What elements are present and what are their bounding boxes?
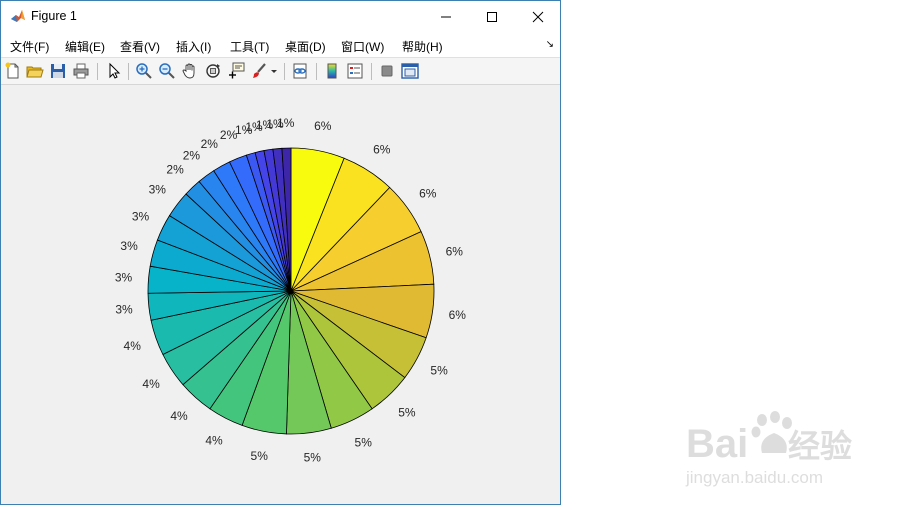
pan-icon[interactable] [181, 62, 199, 80]
menu-insert[interactable]: 插入(I) [176, 38, 211, 55]
pie-slice-label: 4% [142, 377, 160, 391]
print-icon[interactable] [72, 62, 90, 80]
menu-file[interactable]: 文件(F) [10, 38, 49, 55]
new-figure-icon[interactable] [4, 62, 22, 80]
hide-plot-tools-icon[interactable] [378, 62, 396, 80]
pie-slice-label: 3% [115, 303, 133, 317]
figure-canvas[interactable]: 6% 6% 6% 6% 6% 5% 5% 5% 5% 5% 4% 4% 4% 4% 3% 3% 3% 3% 3% 2%… [1, 85, 560, 504]
window-title: Figure 1 [31, 9, 77, 23]
brush-icon[interactable] [250, 62, 268, 80]
minimize-icon [441, 16, 451, 18]
pointer-icon[interactable] [105, 62, 123, 80]
toolbar-separator [371, 63, 372, 80]
pie-slice-label: 1% [277, 116, 295, 130]
pie-slice-label: 6% [446, 244, 464, 258]
title-bar: Figure 1 [1, 1, 560, 32]
pie-slice-label: 2% [201, 137, 219, 151]
pie-slice-label: 2% [183, 149, 201, 163]
watermark-url: jingyan.baidu.com [685, 468, 823, 487]
menu-desktop[interactable]: 桌面(D) [285, 38, 326, 55]
data-cursor-icon[interactable] [227, 62, 245, 80]
maximize-icon [487, 12, 497, 22]
toolbar-separator [316, 63, 317, 80]
brush-dropdown-icon[interactable] [269, 62, 279, 80]
pie-slice-label: 4% [124, 339, 142, 353]
pie-slice-label: 5% [398, 406, 416, 420]
minimize-button[interactable] [423, 1, 469, 32]
colorbar-icon[interactable] [323, 62, 341, 80]
pie-slice-label: 4% [205, 433, 223, 447]
close-icon [532, 11, 544, 23]
pie-slice-label: 6% [373, 143, 391, 157]
link-plot-icon[interactable] [291, 62, 309, 80]
legend-icon[interactable] [346, 62, 364, 80]
rotate-3d-icon[interactable] [204, 62, 222, 80]
menu-edit[interactable]: 编辑(E) [65, 38, 105, 55]
menu-help[interactable]: 帮助(H) [402, 38, 443, 55]
dock-arrow-icon[interactable]: ↘ [546, 39, 554, 50]
baidu-watermark: Bai 经验 jingyan.baidu.com [685, 411, 852, 487]
pie-slice-label: 6% [419, 187, 437, 201]
menu-view[interactable]: 查看(V) [120, 38, 160, 55]
svg-text:经验: 经验 [788, 428, 852, 464]
pie-slice-label: 5% [304, 451, 322, 465]
pie-slice-label: 4% [170, 409, 188, 423]
pie-slice-label: 3% [115, 271, 133, 285]
pie-slice-label: 6% [449, 308, 467, 322]
menu-tools[interactable]: 工具(T) [230, 38, 269, 55]
zoom-in-icon[interactable] [135, 62, 153, 80]
show-plot-tools-icon[interactable] [401, 62, 419, 80]
maximize-button[interactable] [469, 1, 515, 32]
toolbar-separator [284, 63, 285, 80]
figure-window: Figure 1 文件(F) 编辑(E) 查看(V) 插入(I) 工具(T) 桌… [0, 0, 561, 505]
menu-bar: 文件(F) 编辑(E) 查看(V) 插入(I) 工具(T) 桌面(D) 窗口(W… [1, 32, 560, 57]
pie-slice-label: 5% [355, 436, 373, 450]
close-button[interactable] [515, 1, 561, 32]
pie-slice-label: 3% [149, 182, 167, 196]
pie-slice-label: 5% [251, 449, 269, 463]
pie-slice-label: 5% [430, 363, 448, 377]
pie-slice-label: 6% [314, 119, 332, 133]
pie-slice-label: 3% [120, 239, 138, 253]
figure-toolbar [1, 57, 560, 85]
save-icon[interactable] [49, 62, 67, 80]
watermark-brand: Bai [686, 422, 748, 466]
matlab-icon [10, 8, 26, 24]
toolbar-separator [128, 63, 129, 80]
pie-slice-label: 2% [166, 162, 184, 176]
open-file-icon[interactable] [26, 62, 44, 80]
menu-window[interactable]: 窗口(W) [341, 38, 384, 55]
zoom-out-icon[interactable] [158, 62, 176, 80]
pie-slice-label: 3% [132, 209, 150, 223]
pie-chart: 6% 6% 6% 6% 6% 5% 5% 5% 5% 5% 4% 4% 4% 4% 3% 3% 3% 3% 3% 2%… [115, 116, 467, 465]
paw-icon [751, 411, 792, 453]
toolbar-separator [97, 63, 98, 80]
